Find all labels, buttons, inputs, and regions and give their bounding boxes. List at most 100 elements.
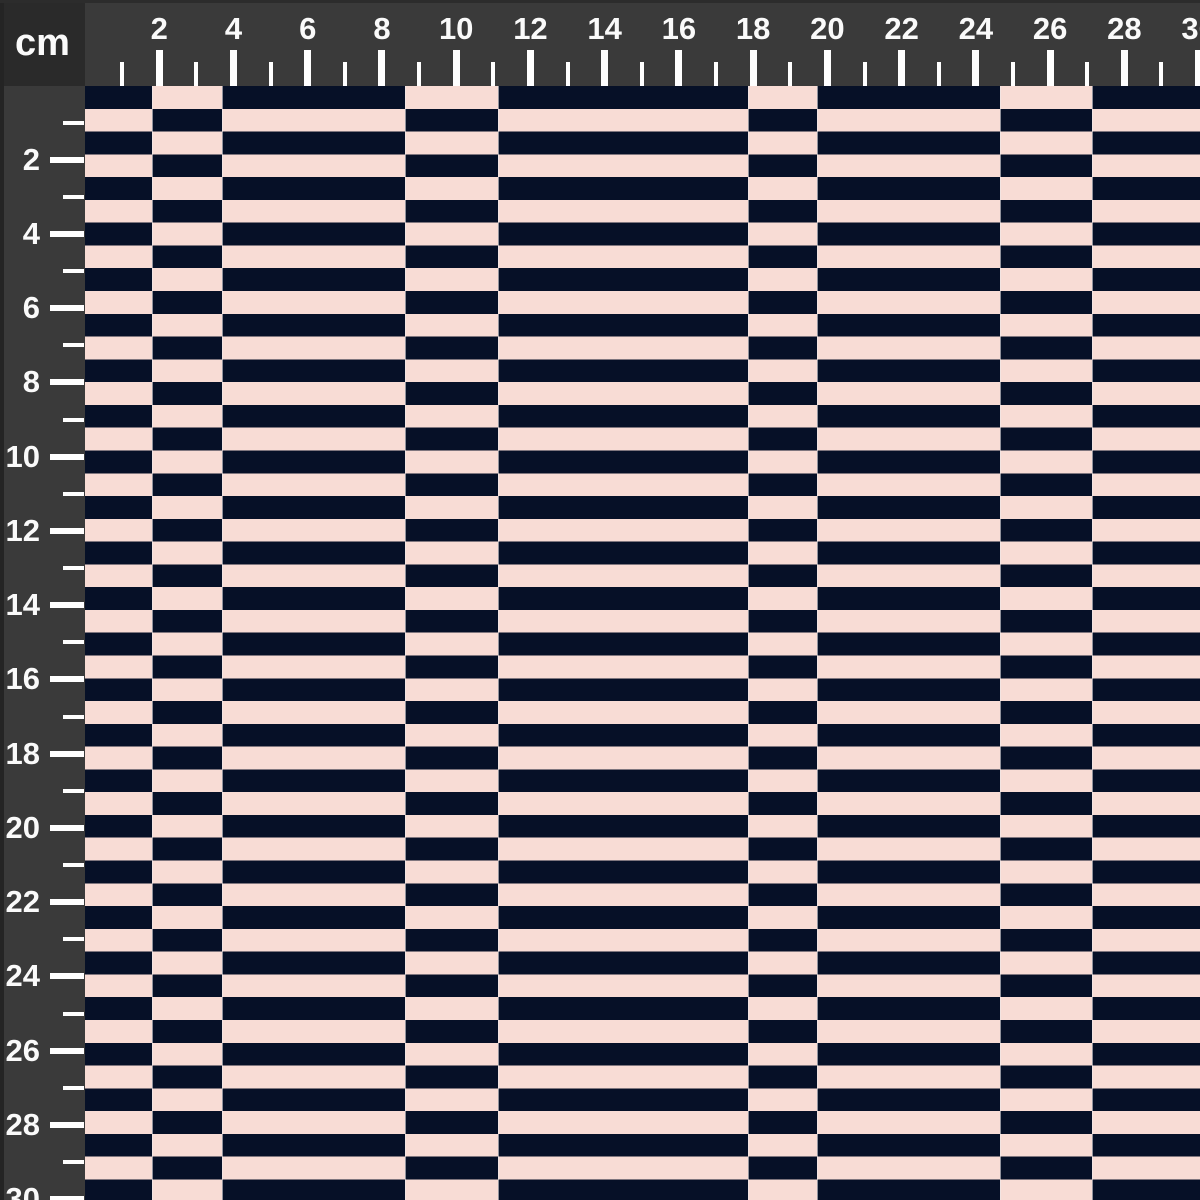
ruler-horizontal: 24681012141618202224262830: [0, 0, 1200, 86]
pattern-column: [498, 86, 748, 1200]
ruler-tick-minor: [63, 492, 84, 496]
ruler-tick-minor: [194, 62, 198, 86]
ruler-number: 28: [0, 1110, 40, 1140]
ruler-number: 10: [426, 14, 486, 44]
ruler-number: 14: [575, 14, 635, 44]
ruler-tick-major: [50, 1196, 84, 1200]
ruler-tick-major: [1121, 50, 1128, 86]
ruler-tick-major: [601, 50, 608, 86]
ruler-vertical: 24681012141618202224262830: [0, 86, 85, 1200]
ruler-tick-major: [50, 379, 84, 385]
ruler-tick-major: [898, 50, 905, 86]
ruler-tick-major: [453, 50, 460, 86]
ruler-number: 24: [946, 14, 1006, 44]
ruler-tick-major: [156, 50, 163, 86]
pattern-column: [222, 86, 405, 1200]
ruler-number: 10: [0, 442, 40, 472]
ruler-tick-minor: [63, 715, 84, 719]
ruler-tick-major: [50, 825, 84, 831]
ruler-tick-minor: [63, 937, 84, 941]
ruler-tick-major: [50, 751, 84, 757]
ruler-tick-major: [1047, 50, 1054, 86]
ruler-tick-minor: [63, 789, 84, 793]
ruler-tick-minor: [63, 1012, 84, 1016]
pattern-column: [152, 86, 222, 1200]
pattern-column: [1000, 86, 1092, 1200]
ruler-tick-minor: [63, 566, 84, 570]
pattern-column: [85, 86, 152, 1200]
ruler-tick-major: [50, 676, 84, 682]
ruler-number: 6: [278, 14, 338, 44]
ruler-number: 4: [203, 14, 263, 44]
ruler-tick-minor: [417, 62, 421, 86]
ruler-tick-minor: [63, 1160, 84, 1164]
ruler-tick-minor: [63, 269, 84, 273]
ruler-number: 2: [129, 14, 189, 44]
ruler-number: 30: [0, 1184, 40, 1200]
ruler-number: 2: [0, 145, 40, 175]
pattern-column: [405, 86, 498, 1200]
ruler-number: 8: [0, 367, 40, 397]
ruler-number: 6: [0, 293, 40, 323]
screen-edge-shade-top: [0, 0, 1200, 3]
ruler-number: 28: [1094, 14, 1154, 44]
ruler-tick-minor: [566, 62, 570, 86]
ruler-number: 8: [352, 14, 412, 44]
ruler-tick-minor: [63, 863, 84, 867]
ruler-number: 16: [0, 664, 40, 694]
ruler-tick-major: [50, 899, 84, 905]
ruler-number: 22: [0, 887, 40, 917]
ruler-unit-box: cm: [0, 0, 85, 86]
ruler-tick-minor: [63, 640, 84, 644]
fabric-pattern-preview: 24681012141618202224262830 2468101214161…: [0, 0, 1200, 1200]
pattern-column: [748, 86, 817, 1200]
ruler-number: 20: [0, 813, 40, 843]
ruler-tick-minor: [788, 62, 792, 86]
ruler-number: 24: [0, 961, 40, 991]
ruler-tick-minor: [63, 1086, 84, 1090]
ruler-tick-major: [972, 50, 979, 86]
ruler-tick-minor: [491, 62, 495, 86]
ruler-tick-minor: [1159, 62, 1163, 86]
ruler-tick-major: [50, 231, 84, 237]
ruler-tick-minor: [937, 62, 941, 86]
ruler-tick-minor: [640, 62, 644, 86]
ruler-number: 22: [872, 14, 932, 44]
ruler-number: 4: [0, 219, 40, 249]
pattern-column: [1092, 86, 1200, 1200]
ruler-tick-minor: [1085, 62, 1089, 86]
ruler-tick-major: [50, 1122, 84, 1128]
ruler-number: 16: [649, 14, 709, 44]
ruler-number: 18: [0, 739, 40, 769]
ruler-tick-major: [675, 50, 682, 86]
ruler-tick-major: [50, 157, 84, 163]
fabric-pattern-swatch: [85, 86, 1200, 1200]
ruler-tick-minor: [863, 62, 867, 86]
ruler-number: 18: [723, 14, 783, 44]
ruler-tick-major: [304, 50, 311, 86]
pattern-column: [817, 86, 1000, 1200]
ruler-tick-major: [230, 50, 237, 86]
ruler-number: 14: [0, 590, 40, 620]
ruler-tick-major: [378, 50, 385, 86]
screen-edge-shade-left: [0, 0, 4, 1200]
ruler-number: 30: [1169, 14, 1200, 44]
ruler-tick-major: [824, 50, 831, 86]
ruler-number: 12: [0, 516, 40, 546]
ruler-number: 12: [500, 14, 560, 44]
ruler-tick-major: [750, 50, 757, 86]
ruler-tick-major: [50, 305, 84, 311]
ruler-tick-minor: [343, 62, 347, 86]
ruler-number: 26: [0, 1036, 40, 1066]
ruler-tick-minor: [120, 62, 124, 86]
ruler-tick-minor: [63, 121, 84, 125]
ruler-unit-label: cm: [15, 24, 70, 62]
ruler-tick-major: [50, 454, 84, 460]
ruler-number: 20: [797, 14, 857, 44]
ruler-tick-major: [50, 1048, 84, 1054]
ruler-tick-minor: [63, 418, 84, 422]
ruler-tick-minor: [63, 343, 84, 347]
ruler-tick-major: [50, 973, 84, 979]
ruler-tick-major: [50, 528, 84, 534]
ruler-tick-major: [50, 602, 84, 608]
